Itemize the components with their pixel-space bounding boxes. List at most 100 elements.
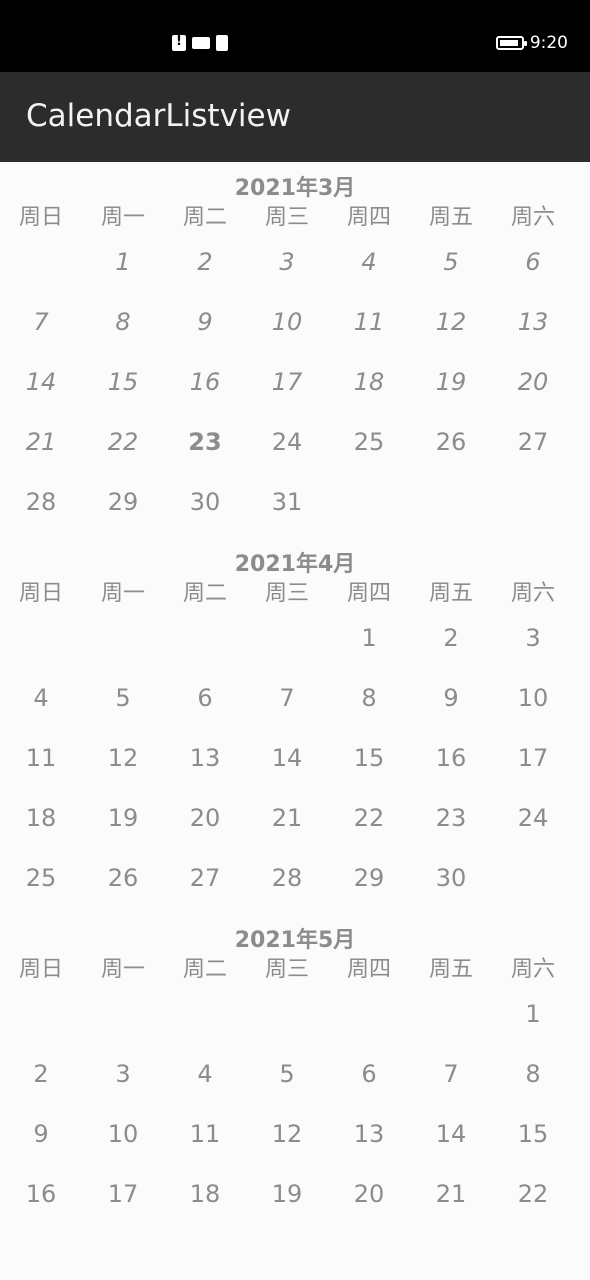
day-cell[interactable]: 11 <box>328 292 410 352</box>
day-cell[interactable]: 14 <box>410 1104 492 1164</box>
day-cell[interactable]: 13 <box>164 728 246 788</box>
day-cell[interactable]: 27 <box>492 412 574 472</box>
day-cell[interactable]: 9 <box>164 292 246 352</box>
day-cell[interactable]: 21 <box>410 1164 492 1224</box>
empty-day-cell <box>328 472 410 532</box>
day-cell[interactable]: 7 <box>0 292 82 352</box>
day-cell[interactable]: 18 <box>328 352 410 412</box>
day-cell[interactable]: 27 <box>164 848 246 908</box>
day-cell[interactable]: 6 <box>328 1044 410 1104</box>
day-cell[interactable]: 2 <box>410 608 492 668</box>
day-cell[interactable]: 15 <box>492 1104 574 1164</box>
day-cell[interactable]: 9 <box>410 668 492 728</box>
day-cell[interactable]: 3 <box>246 232 328 292</box>
day-cell[interactable]: 26 <box>410 412 492 472</box>
day-cell[interactable]: 7 <box>410 1044 492 1104</box>
day-cell[interactable]: 20 <box>492 352 574 412</box>
day-cell[interactable]: 28 <box>0 472 82 532</box>
day-cell[interactable]: 13 <box>328 1104 410 1164</box>
day-cell[interactable]: 14 <box>246 728 328 788</box>
day-cell[interactable]: 11 <box>164 1104 246 1164</box>
day-cell[interactable]: 18 <box>164 1164 246 1224</box>
day-cell[interactable]: 22 <box>328 788 410 848</box>
day-cell[interactable]: 26 <box>82 848 164 908</box>
day-cell[interactable]: 11 <box>0 728 82 788</box>
weekday-label: 周三 <box>264 205 309 230</box>
day-cell[interactable]: 28 <box>246 848 328 908</box>
day-cell[interactable]: 4 <box>164 1044 246 1104</box>
day-cell[interactable]: 10 <box>492 668 574 728</box>
day-cell[interactable]: 15 <box>82 352 164 412</box>
weekday-label: 周五 <box>428 205 473 230</box>
day-cell[interactable]: 24 <box>492 788 574 848</box>
week-row: 123 <box>0 608 590 668</box>
day-cell[interactable]: 8 <box>328 668 410 728</box>
day-cell[interactable]: 19 <box>82 788 164 848</box>
day-cell[interactable]: 8 <box>492 1044 574 1104</box>
day-cell[interactable]: 24 <box>246 412 328 472</box>
day-cell[interactable]: 25 <box>328 412 410 472</box>
day-cell[interactable]: 5 <box>82 668 164 728</box>
day-cell[interactable]: 17 <box>492 728 574 788</box>
day-cell[interactable]: 30 <box>164 472 246 532</box>
day-cell[interactable]: 8 <box>82 292 164 352</box>
day-cell[interactable]: 12 <box>82 728 164 788</box>
day-cell[interactable]: 3 <box>82 1044 164 1104</box>
status-bar: 9:20 <box>0 0 590 72</box>
day-cell[interactable]: 1 <box>492 984 574 1044</box>
day-cell[interactable]: 10 <box>246 292 328 352</box>
day-cell[interactable]: 23 <box>164 412 246 472</box>
empty-day-cell <box>492 848 574 908</box>
day-cell[interactable]: 5 <box>410 232 492 292</box>
day-cell[interactable]: 16 <box>0 1164 82 1224</box>
day-cell[interactable]: 22 <box>492 1164 574 1224</box>
empty-day-cell <box>246 984 328 1044</box>
day-cell[interactable]: 30 <box>410 848 492 908</box>
day-cell[interactable]: 29 <box>328 848 410 908</box>
day-cell[interactable]: 21 <box>0 412 82 472</box>
day-cell[interactable]: 6 <box>164 668 246 728</box>
day-cell[interactable]: 7 <box>246 668 328 728</box>
day-cell[interactable]: 5 <box>246 1044 328 1104</box>
day-cell[interactable]: 31 <box>246 472 328 532</box>
day-cell[interactable]: 9 <box>0 1104 82 1164</box>
day-cell[interactable]: 3 <box>492 608 574 668</box>
day-cell[interactable]: 4 <box>0 668 82 728</box>
empty-day-cell <box>410 984 492 1044</box>
app-title: CalendarListview <box>26 98 291 134</box>
day-cell[interactable]: 17 <box>246 352 328 412</box>
day-cell[interactable]: 23 <box>410 788 492 848</box>
day-cell[interactable]: 14 <box>0 352 82 412</box>
day-cell[interactable]: 4 <box>328 232 410 292</box>
day-cell[interactable]: 1 <box>82 232 164 292</box>
day-cell[interactable]: 12 <box>246 1104 328 1164</box>
week-row: 28 29 30 31 <box>0 472 590 532</box>
day-cell[interactable]: 15 <box>328 728 410 788</box>
day-cell[interactable]: 16 <box>410 728 492 788</box>
day-cell[interactable]: 18 <box>0 788 82 848</box>
empty-day-cell <box>82 984 164 1044</box>
day-cell[interactable]: 20 <box>164 788 246 848</box>
day-cell[interactable]: 19 <box>410 352 492 412</box>
day-cell[interactable]: 16 <box>164 352 246 412</box>
day-cell[interactable]: 20 <box>328 1164 410 1224</box>
empty-day-cell <box>410 472 492 532</box>
day-cell[interactable]: 21 <box>246 788 328 848</box>
day-cell[interactable]: 19 <box>246 1164 328 1224</box>
day-cell[interactable]: 13 <box>492 292 574 352</box>
empty-day-cell <box>246 608 328 668</box>
calendar-list[interactable]: 2021年3月 周日 周一 周二 周三 周四 周五 周六 1 2 3 4 5 6 7 8 9 10 11 12 13 14… <box>0 162 590 1280</box>
day-cell[interactable]: 1 <box>328 608 410 668</box>
day-cell[interactable]: 10 <box>82 1104 164 1164</box>
day-cell[interactable]: 6 <box>492 232 574 292</box>
day-cell[interactable]: 25 <box>0 848 82 908</box>
calendar-month: 2021年4月 周日 周一 周二 周三 周四 周五 周六 1 2 3 4 5 6 7 8 9 10 11 12 13 14… <box>0 538 590 908</box>
day-cell[interactable]: 12 <box>410 292 492 352</box>
day-cell[interactable]: 2 <box>164 232 246 292</box>
day-cell[interactable]: 2 <box>0 1044 82 1104</box>
day-cell[interactable]: 22 <box>82 412 164 472</box>
day-cell[interactable]: 17 <box>82 1164 164 1224</box>
week-row: 21 22 23 24 25 26 27 <box>0 412 590 472</box>
day-cell[interactable]: 29 <box>82 472 164 532</box>
empty-day-cell <box>82 608 164 668</box>
